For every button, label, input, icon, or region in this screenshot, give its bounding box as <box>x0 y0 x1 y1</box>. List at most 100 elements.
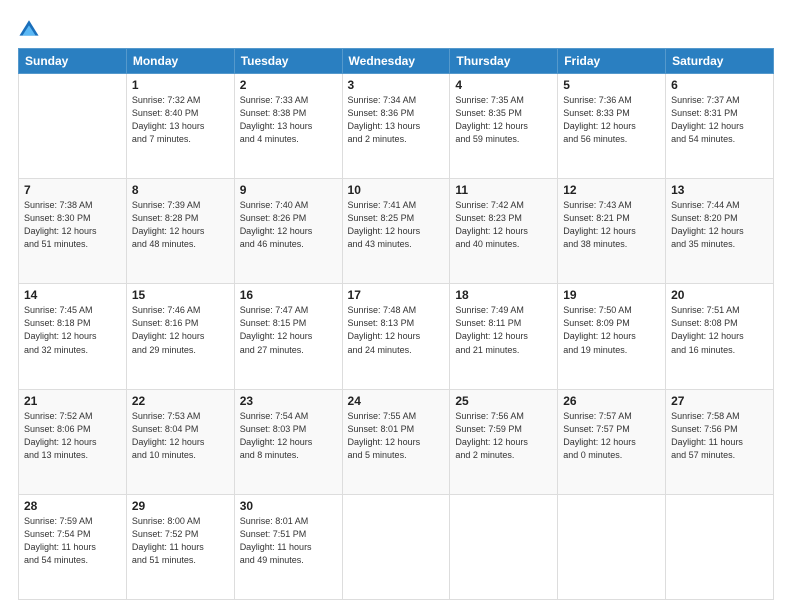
day-number: 13 <box>671 183 768 197</box>
day-info: Sunrise: 7:40 AM Sunset: 8:26 PM Dayligh… <box>240 199 337 251</box>
calendar-cell: 17 Sunrise: 7:48 AM Sunset: 8:13 PM Dayli… <box>342 284 450 389</box>
day-info: Sunrise: 7:53 AM Sunset: 8:04 PM Dayligh… <box>132 410 229 462</box>
day-number: 25 <box>455 394 552 408</box>
day-info: Sunrise: 7:35 AM Sunset: 8:35 PM Dayligh… <box>455 94 552 146</box>
logo-icon <box>18 18 40 40</box>
day-info: Sunrise: 7:38 AM Sunset: 8:30 PM Dayligh… <box>24 199 121 251</box>
calendar-cell: 11Sunrise: 7:42 AM Sunset: 8:23 PM Dayli… <box>450 179 558 284</box>
calendar-cell: 5Sunrise: 7:36 AM Sunset: 8:33 PM Daylig… <box>558 74 666 179</box>
day-info: Sunrise: 7:37 AM Sunset: 8:31 PM Dayligh… <box>671 94 768 146</box>
calendar-cell: 13 Sunrise: 7:44 AM Sunset: 8:20 PM Dayli… <box>666 179 774 284</box>
calendar-cell <box>558 494 666 599</box>
calendar-cell: 25 Sunrise: 7:56 AM Sunset: 7:59 PM Dayli… <box>450 389 558 494</box>
calendar-cell: 24 Sunrise: 7:55 AM Sunset: 8:01 PM Dayli… <box>342 389 450 494</box>
day-info: Sunrise: 7:41 AM Sunset: 8:25 PM Dayligh… <box>348 199 445 251</box>
calendar-cell: 3 Sunrise: 7:34 AM Sunset: 8:36 PM Daylig… <box>342 74 450 179</box>
day-info: Sunrise: 7:59 AM Sunset: 7:54 PM Dayligh… <box>24 515 121 567</box>
day-info: Sunrise: 7:46 AM Sunset: 8:16 PM Dayligh… <box>132 304 229 356</box>
calendar-cell: 20Sunrise: 7:51 AM Sunset: 8:08 PM Dayli… <box>666 284 774 389</box>
calendar-cell: 7 Sunrise: 7:38 AM Sunset: 8:30 PM Daylig… <box>19 179 127 284</box>
calendar-cell <box>342 494 450 599</box>
calendar-cell: 6 Sunrise: 7:37 AM Sunset: 8:31 PM Daylig… <box>666 74 774 179</box>
day-info: Sunrise: 7:34 AM Sunset: 8:36 PM Dayligh… <box>348 94 445 146</box>
calendar-cell <box>19 74 127 179</box>
calendar-week-4: 28 Sunrise: 7:59 AM Sunset: 7:54 PM Dayli… <box>19 494 774 599</box>
day-number: 29 <box>132 499 229 513</box>
day-info: Sunrise: 7:54 AM Sunset: 8:03 PM Dayligh… <box>240 410 337 462</box>
calendar-week-1: 7 Sunrise: 7:38 AM Sunset: 8:30 PM Daylig… <box>19 179 774 284</box>
day-number: 9 <box>240 183 337 197</box>
day-info: Sunrise: 7:55 AM Sunset: 8:01 PM Dayligh… <box>348 410 445 462</box>
calendar-cell: 10 Sunrise: 7:41 AM Sunset: 8:25 PM Dayli… <box>342 179 450 284</box>
day-info: Sunrise: 8:01 AM Sunset: 7:51 PM Dayligh… <box>240 515 337 567</box>
day-info: Sunrise: 7:52 AM Sunset: 8:06 PM Dayligh… <box>24 410 121 462</box>
calendar-cell: 28 Sunrise: 7:59 AM Sunset: 7:54 PM Dayli… <box>19 494 127 599</box>
calendar-header-thursday: Thursday <box>450 49 558 74</box>
day-number: 14 <box>24 288 121 302</box>
day-number: 15 <box>132 288 229 302</box>
day-info: Sunrise: 7:42 AM Sunset: 8:23 PM Dayligh… <box>455 199 552 251</box>
calendar-cell: 9 Sunrise: 7:40 AM Sunset: 8:26 PM Daylig… <box>234 179 342 284</box>
day-info: Sunrise: 7:33 AM Sunset: 8:38 PM Dayligh… <box>240 94 337 146</box>
calendar-cell: 14 Sunrise: 7:45 AM Sunset: 8:18 PM Dayli… <box>19 284 127 389</box>
day-info: Sunrise: 7:44 AM Sunset: 8:20 PM Dayligh… <box>671 199 768 251</box>
day-number: 12 <box>563 183 660 197</box>
day-number: 1 <box>132 78 229 92</box>
calendar-header-sunday: Sunday <box>19 49 127 74</box>
day-info: Sunrise: 7:47 AM Sunset: 8:15 PM Dayligh… <box>240 304 337 356</box>
day-info: Sunrise: 7:39 AM Sunset: 8:28 PM Dayligh… <box>132 199 229 251</box>
calendar-cell: 8 Sunrise: 7:39 AM Sunset: 8:28 PM Daylig… <box>126 179 234 284</box>
calendar-header-monday: Monday <box>126 49 234 74</box>
calendar-cell: 15 Sunrise: 7:46 AM Sunset: 8:16 PM Dayli… <box>126 284 234 389</box>
day-info: Sunrise: 7:32 AM Sunset: 8:40 PM Dayligh… <box>132 94 229 146</box>
calendar-cell: 23 Sunrise: 7:54 AM Sunset: 8:03 PM Dayli… <box>234 389 342 494</box>
day-number: 4 <box>455 78 552 92</box>
day-info: Sunrise: 7:57 AM Sunset: 7:57 PM Dayligh… <box>563 410 660 462</box>
day-number: 22 <box>132 394 229 408</box>
day-number: 18 <box>455 288 552 302</box>
day-number: 6 <box>671 78 768 92</box>
calendar-week-2: 14 Sunrise: 7:45 AM Sunset: 8:18 PM Dayli… <box>19 284 774 389</box>
day-number: 17 <box>348 288 445 302</box>
calendar-cell: 30 Sunrise: 8:01 AM Sunset: 7:51 PM Dayli… <box>234 494 342 599</box>
day-info: Sunrise: 7:56 AM Sunset: 7:59 PM Dayligh… <box>455 410 552 462</box>
logo <box>18 18 44 40</box>
calendar-header-wednesday: Wednesday <box>342 49 450 74</box>
day-info: Sunrise: 7:45 AM Sunset: 8:18 PM Dayligh… <box>24 304 121 356</box>
day-number: 21 <box>24 394 121 408</box>
calendar-cell: 12 Sunrise: 7:43 AM Sunset: 8:21 PM Dayli… <box>558 179 666 284</box>
day-number: 26 <box>563 394 660 408</box>
day-info: Sunrise: 7:43 AM Sunset: 8:21 PM Dayligh… <box>563 199 660 251</box>
day-number: 10 <box>348 183 445 197</box>
day-info: Sunrise: 8:00 AM Sunset: 7:52 PM Dayligh… <box>132 515 229 567</box>
page: SundayMondayTuesdayWednesdayThursdayFrid… <box>0 0 792 612</box>
calendar-cell <box>666 494 774 599</box>
calendar-cell <box>450 494 558 599</box>
calendar-cell: 2 Sunrise: 7:33 AM Sunset: 8:38 PM Daylig… <box>234 74 342 179</box>
calendar-week-3: 21 Sunrise: 7:52 AM Sunset: 8:06 PM Dayli… <box>19 389 774 494</box>
day-number: 8 <box>132 183 229 197</box>
calendar-header-row: SundayMondayTuesdayWednesdayThursdayFrid… <box>19 49 774 74</box>
header <box>18 18 774 40</box>
calendar-week-0: 1 Sunrise: 7:32 AM Sunset: 8:40 PM Daylig… <box>19 74 774 179</box>
calendar-cell: 26 Sunrise: 7:57 AM Sunset: 7:57 PM Dayli… <box>558 389 666 494</box>
day-info: Sunrise: 7:48 AM Sunset: 8:13 PM Dayligh… <box>348 304 445 356</box>
day-number: 28 <box>24 499 121 513</box>
day-info: Sunrise: 7:49 AM Sunset: 8:11 PM Dayligh… <box>455 304 552 356</box>
calendar-table: SundayMondayTuesdayWednesdayThursdayFrid… <box>18 48 774 600</box>
day-number: 19 <box>563 288 660 302</box>
day-number: 30 <box>240 499 337 513</box>
day-number: 3 <box>348 78 445 92</box>
day-number: 23 <box>240 394 337 408</box>
calendar-header-saturday: Saturday <box>666 49 774 74</box>
day-number: 24 <box>348 394 445 408</box>
day-number: 5 <box>563 78 660 92</box>
calendar-cell: 4 Sunrise: 7:35 AM Sunset: 8:35 PM Daylig… <box>450 74 558 179</box>
day-number: 20 <box>671 288 768 302</box>
day-number: 2 <box>240 78 337 92</box>
calendar-cell: 22 Sunrise: 7:53 AM Sunset: 8:04 PM Dayli… <box>126 389 234 494</box>
calendar-cell: 18 Sunrise: 7:49 AM Sunset: 8:11 PM Dayli… <box>450 284 558 389</box>
calendar-cell: 29 Sunrise: 8:00 AM Sunset: 7:52 PM Dayli… <box>126 494 234 599</box>
day-number: 7 <box>24 183 121 197</box>
calendar-cell: 21 Sunrise: 7:52 AM Sunset: 8:06 PM Dayli… <box>19 389 127 494</box>
